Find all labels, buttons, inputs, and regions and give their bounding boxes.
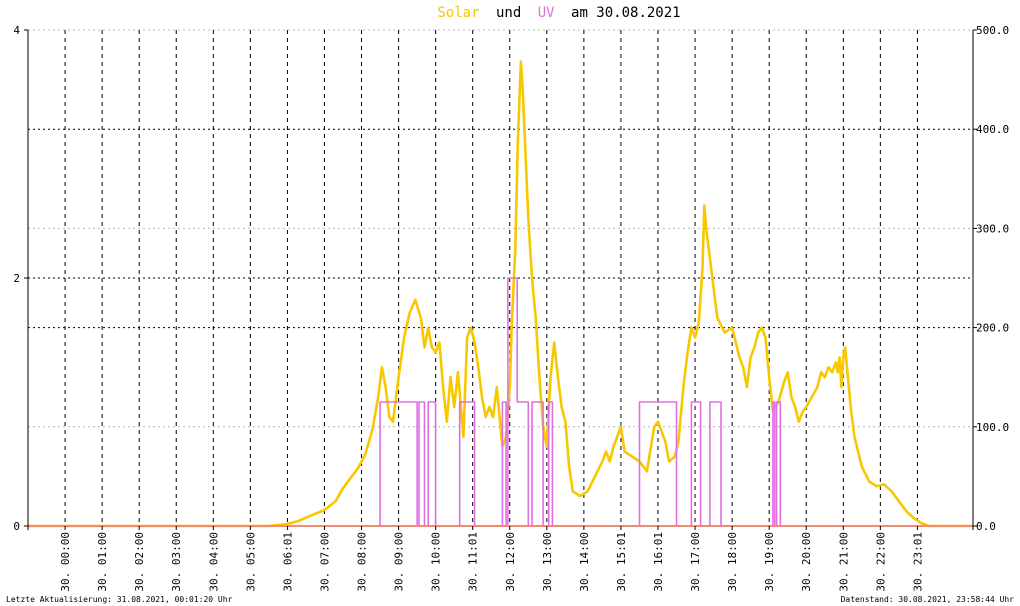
chart-root: 0 2 4 0.0 100.0 200.0 300.0 400.0 500.0 30. 00:00… bbox=[0, 0, 1020, 606]
x-tick-label: 30. 03:00 bbox=[170, 532, 183, 592]
x-tick-label: 30. 16:01 bbox=[652, 532, 665, 592]
left-tick-label: 4 bbox=[13, 24, 20, 37]
x-tick-label: 30. 10:00 bbox=[430, 532, 443, 592]
last-update-text: Letzte Aktualisierung: 31.08.2021, 00:01… bbox=[6, 595, 233, 604]
x-tick-label: 30. 18:00 bbox=[726, 532, 739, 592]
solar-uv-chart: 0 2 4 0.0 100.0 200.0 300.0 400.0 500.0 30. 00:00… bbox=[0, 0, 1020, 606]
x-tick-label: 30. 07:00 bbox=[318, 532, 331, 592]
x-tick-label: 30. 17:00 bbox=[689, 532, 702, 592]
x-tick-label: 30. 05:00 bbox=[244, 532, 257, 592]
left-tick-label: 2 bbox=[13, 272, 20, 285]
x-tick-label: 30. 20:00 bbox=[800, 532, 813, 592]
x-tick-label: 30. 22:00 bbox=[874, 532, 887, 592]
right-tick-label: 0.0 bbox=[976, 520, 996, 533]
x-tick-label: 30. 01:00 bbox=[96, 532, 109, 592]
x-tick-label: 30. 00:00 bbox=[59, 532, 72, 592]
x-tick-label: 30. 13:00 bbox=[541, 532, 554, 592]
x-tick-label: 30. 12:00 bbox=[504, 532, 517, 592]
chart-title: Solar und UV am 30.08.2021 bbox=[437, 5, 680, 21]
x-tick-label: 30. 19:00 bbox=[763, 532, 776, 592]
left-tick-label: 0 bbox=[13, 520, 20, 533]
title-solar-word: Solar bbox=[437, 5, 479, 21]
title-uv-word: UV bbox=[538, 5, 555, 21]
right-tick-label: 500.0 bbox=[976, 24, 1009, 37]
x-tick-label: 30. 02:00 bbox=[133, 532, 146, 592]
x-tick-label: 30. 15:01 bbox=[615, 532, 628, 592]
x-tick-label: 30. 04:00 bbox=[207, 532, 220, 592]
title-date-text: am 30.08.2021 bbox=[571, 5, 681, 21]
data-timestamp-text: Datenstand: 30.08.2021, 23:58:44 Uhr bbox=[841, 595, 1015, 604]
x-tick-label: 30. 06:01 bbox=[281, 532, 294, 592]
x-tick-label: 30. 11:01 bbox=[467, 532, 480, 592]
right-tick-label: 400.0 bbox=[976, 123, 1009, 136]
x-tick-label: 30. 23:01 bbox=[911, 532, 924, 592]
x-tick-label: 30. 14:00 bbox=[578, 532, 591, 592]
right-tick-label: 200.0 bbox=[976, 322, 1009, 335]
title-und-word: und bbox=[496, 5, 521, 21]
x-tick-label: 30. 09:00 bbox=[393, 532, 406, 592]
x-tick-label: 30. 08:00 bbox=[356, 532, 369, 592]
right-tick-label: 300.0 bbox=[976, 222, 1009, 235]
right-tick-label: 100.0 bbox=[976, 421, 1009, 434]
x-tick-label: 30. 21:00 bbox=[837, 532, 850, 592]
